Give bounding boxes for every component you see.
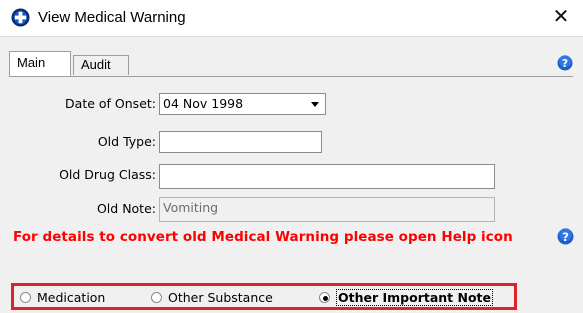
- medical-cross-icon: [11, 8, 30, 27]
- window-title: View Medical Warning: [38, 9, 186, 26]
- radio-button-selected[interactable]: [319, 292, 330, 303]
- tab-audit[interactable]: Audit: [73, 55, 129, 75]
- warning-type-radio-group: Medication Other Substance Other Importa…: [11, 283, 517, 310]
- convert-warning-message: For details to convert old Medical Warni…: [13, 229, 513, 245]
- close-button[interactable]: ✕: [539, 0, 583, 36]
- tab-main[interactable]: Main: [9, 51, 71, 76]
- chevron-down-icon[interactable]: [305, 95, 324, 113]
- help-icon[interactable]: ?: [557, 228, 574, 245]
- radio-selected-dot: [323, 296, 328, 301]
- svg-text:?: ?: [562, 57, 568, 70]
- radio-button[interactable]: [151, 292, 162, 303]
- svg-text:?: ?: [562, 230, 569, 244]
- date-of-onset-label: Date of Onset:: [65, 96, 156, 111]
- radio-medication[interactable]: Medication: [20, 290, 140, 306]
- old-note-value: Vomiting: [163, 200, 219, 215]
- radio-button[interactable]: [20, 292, 31, 303]
- tab-divider: [9, 76, 573, 77]
- radio-medication-label: Medication: [37, 290, 106, 305]
- view-medical-warning-window: View Medical Warning ✕ Main Audit ? Date…: [0, 0, 583, 313]
- radio-other-important-note[interactable]: Other Important Note: [319, 289, 509, 306]
- old-note-label: Old Note:: [96, 201, 156, 216]
- title-bar: View Medical Warning ✕: [0, 0, 583, 37]
- old-type-label: Old Type:: [97, 134, 156, 149]
- old-type-field[interactable]: [159, 131, 322, 153]
- close-icon: ✕: [552, 6, 570, 28]
- date-of-onset-value: 04 Nov 1998: [163, 96, 244, 111]
- old-drug-class-field[interactable]: [159, 164, 495, 189]
- radio-other-substance-label: Other Substance: [168, 290, 273, 305]
- help-icon[interactable]: ?: [557, 55, 573, 71]
- old-note-field[interactable]: Vomiting: [159, 197, 495, 222]
- old-drug-class-label: Old Drug Class:: [59, 167, 156, 182]
- radio-other-important-note-label: Other Important Note: [336, 289, 494, 306]
- date-of-onset-select[interactable]: 04 Nov 1998: [159, 93, 326, 115]
- radio-other-substance[interactable]: Other Substance: [151, 290, 301, 306]
